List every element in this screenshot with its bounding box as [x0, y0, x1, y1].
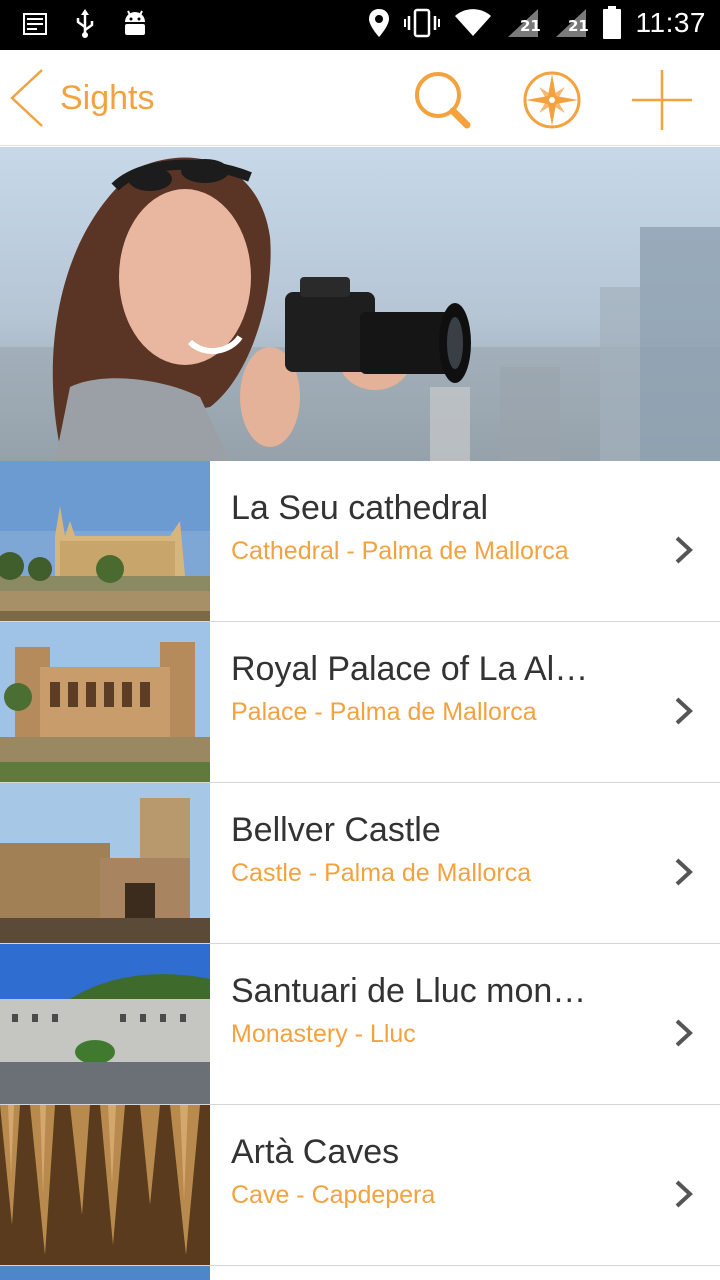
- add-button[interactable]: [630, 68, 694, 132]
- sight-subtitle: Cave - Capdepera: [231, 1181, 436, 1209]
- page-title: Sights: [60, 78, 155, 117]
- android-icon: [125, 10, 145, 35]
- chevron-right-icon: [675, 1180, 693, 1208]
- thumbnail: [0, 461, 210, 621]
- list-item-partial[interactable]: [0, 1266, 720, 1280]
- add-icon: [632, 70, 692, 130]
- status-bar: 21 21 11:37: [0, 0, 720, 50]
- svg-text:21: 21: [520, 17, 540, 35]
- thumbnail: [0, 622, 210, 782]
- thumbnail: [0, 1105, 210, 1265]
- sight-subtitle: Cathedral - Palma de Mallorca: [231, 537, 569, 565]
- cave-photo: [0, 1105, 210, 1265]
- usb-icon: [76, 9, 94, 38]
- list-item[interactable]: La Seu cathedral Cathedral - Palma de Ma…: [0, 461, 720, 622]
- sight-title: Bellver Castle: [231, 811, 441, 849]
- sights-list: La Seu cathedral Cathedral - Palma de Ma…: [0, 461, 720, 1266]
- vibrate-icon: [403, 8, 440, 38]
- sight-title: Royal Palace of La Al…: [231, 650, 589, 688]
- chevron-right-icon: [675, 858, 693, 886]
- nearby-button[interactable]: [520, 68, 584, 132]
- cathedral-photo: [0, 461, 210, 621]
- sight-title: Artà Caves: [231, 1133, 400, 1171]
- list-item[interactable]: Bellver Castle Castle - Palma de Mallorc…: [0, 783, 720, 944]
- sight-subtitle: Castle - Palma de Mallorca: [231, 859, 532, 887]
- status-time: 11:37: [635, 7, 706, 38]
- thumbnail: [0, 783, 210, 943]
- chevron-right-icon: [675, 697, 693, 725]
- signal-sim2-icon: 21: [555, 9, 588, 37]
- chevron-right-icon: [675, 1019, 693, 1047]
- sight-title: La Seu cathedral: [231, 489, 489, 527]
- chevron-right-icon: [675, 536, 693, 564]
- location-icon: [368, 9, 389, 37]
- sight-subtitle: Monastery - Lluc: [231, 1020, 416, 1048]
- compass-icon: [523, 71, 581, 129]
- thumbnail: [0, 944, 210, 1104]
- svg-text:21: 21: [568, 17, 588, 35]
- battery-icon: [602, 6, 621, 39]
- app-bar: Sights: [0, 50, 720, 146]
- thumbnail-partial: [0, 1266, 210, 1280]
- woman-with-camera-photo: [0, 147, 720, 461]
- search-button[interactable]: [410, 68, 474, 132]
- sight-title: Santuari de Lluc mon…: [231, 972, 587, 1010]
- monastery-photo: [0, 944, 210, 1104]
- notification-icon: [23, 13, 47, 35]
- back-button[interactable]: Sights: [0, 50, 200, 146]
- castle-photo: [0, 783, 210, 943]
- hero-image: [0, 147, 720, 461]
- signal-sim1-icon: 21: [507, 9, 540, 37]
- search-icon: [415, 72, 471, 129]
- list-item[interactable]: Artà Caves Cave - Capdepera: [0, 1105, 720, 1266]
- wifi-icon: [454, 9, 491, 36]
- list-item[interactable]: Santuari de Lluc mon… Monastery - Lluc: [0, 944, 720, 1105]
- list-item[interactable]: Royal Palace of La Al… Palace - Palma de…: [0, 622, 720, 783]
- sight-subtitle: Palace - Palma de Mallorca: [231, 698, 537, 726]
- palace-photo: [0, 622, 210, 782]
- back-arrow-icon: [10, 69, 43, 127]
